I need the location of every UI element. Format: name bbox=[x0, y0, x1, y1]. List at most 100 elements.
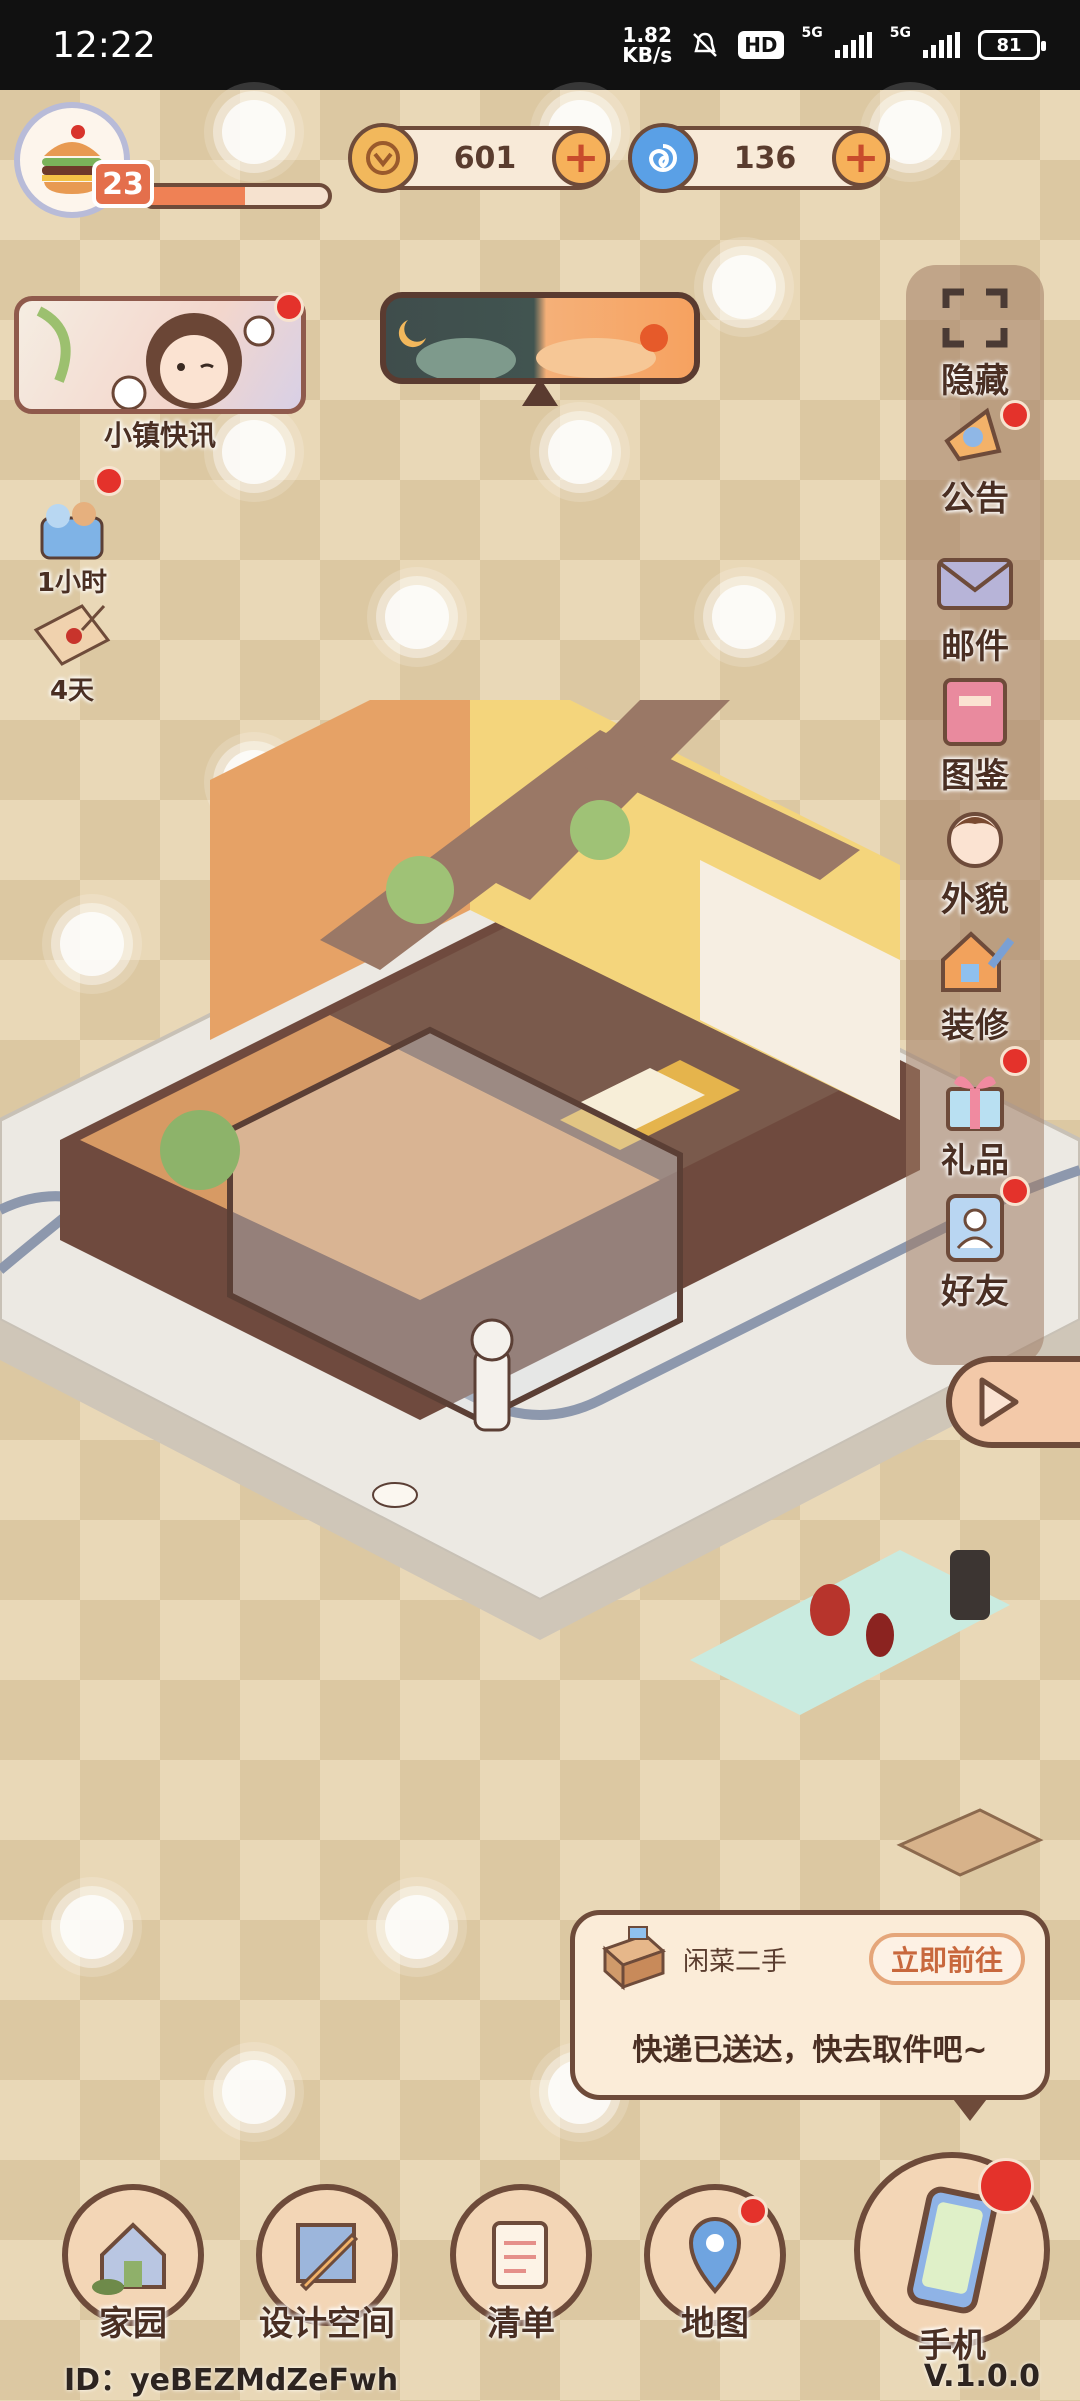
gem-value: 136 bbox=[733, 140, 797, 176]
sidebar-item-label: 公告 bbox=[941, 479, 1009, 519]
day-night-illustration bbox=[398, 320, 668, 378]
nav-design-space[interactable]: 设计空间 bbox=[252, 2184, 402, 2345]
sun-decoration bbox=[385, 585, 449, 649]
xp-progress-fill bbox=[144, 187, 246, 205]
go-now-button[interactable]: 立即前往 bbox=[869, 1933, 1025, 1985]
gift-basket-icon bbox=[40, 502, 104, 560]
network-type-2: 5G bbox=[889, 25, 911, 41]
book-icon bbox=[933, 676, 1017, 748]
level-value: 23 bbox=[102, 166, 144, 202]
sidebar-item-collection[interactable]: 图鉴 bbox=[906, 676, 1044, 796]
sidebar-item-friends[interactable]: 好友 bbox=[906, 1192, 1044, 1312]
expand-frame-icon bbox=[933, 282, 1017, 353]
status-icons: 1.82 KB/s HD 5G 5G 81 bbox=[622, 25, 1046, 65]
vine-leaf bbox=[386, 856, 454, 924]
app-version: V.1.0.0 bbox=[923, 2359, 1040, 2394]
map-notification-dot bbox=[738, 2196, 768, 2226]
xp-progress-bar bbox=[140, 183, 332, 209]
sidebar-item-label: 好友 bbox=[941, 1272, 1009, 1312]
cat bbox=[372, 1482, 418, 1508]
sidebar-item-label: 礼品 bbox=[941, 1141, 1009, 1181]
coin-counter: 601 + bbox=[348, 123, 610, 193]
clock: 12:22 bbox=[52, 24, 156, 66]
player-character bbox=[473, 1348, 511, 1432]
sidebar-item-label: 装修 bbox=[941, 1006, 1009, 1046]
delivery-boxes bbox=[896, 1808, 1044, 1877]
sidebar-item-renovate[interactable]: 装修 bbox=[906, 926, 1044, 1046]
nav-checklist-label: 清单 bbox=[487, 2304, 555, 2344]
signal-icon-1 bbox=[834, 32, 872, 58]
expand-right-button[interactable] bbox=[946, 1356, 1080, 1448]
day-night-indicator bbox=[380, 292, 700, 384]
footer: ID：yeBEZMdZeFwh V.1.0.0 bbox=[0, 2352, 1080, 2401]
coin-icon bbox=[348, 123, 418, 193]
sun-decoration bbox=[712, 255, 776, 319]
sidebar-item-gifts[interactable]: 礼品 bbox=[906, 1062, 1044, 1182]
network-type-1: 5G bbox=[801, 25, 823, 41]
nav-map-label: 地图 bbox=[681, 2304, 749, 2344]
sun-decoration bbox=[222, 2060, 286, 2124]
timed-event-1[interactable]: 1小时 bbox=[20, 496, 124, 599]
sidebar-item-label: 图鉴 bbox=[941, 756, 1009, 796]
player-id: ID：yeBEZMdZeFwh bbox=[64, 2362, 399, 2398]
go-now-label: 立即前往 bbox=[890, 1944, 1003, 1977]
sidebar-item-mail[interactable]: 邮件 bbox=[906, 548, 1044, 668]
notification-tail bbox=[950, 2095, 990, 2121]
news-label: 小镇快讯 bbox=[103, 419, 216, 452]
network-speed-unit: KB/s bbox=[622, 43, 673, 67]
sun-decoration bbox=[222, 100, 286, 164]
house-wrench-icon bbox=[933, 926, 1017, 998]
network-speed-value: 1.82 bbox=[622, 23, 672, 47]
time-pointer-icon bbox=[522, 378, 558, 406]
stacked-pots bbox=[950, 1550, 990, 1620]
character-face-icon bbox=[933, 800, 1017, 872]
hd-badge: HD bbox=[738, 31, 784, 59]
battery-level: 81 bbox=[996, 34, 1022, 56]
vine-leaf bbox=[160, 1110, 240, 1190]
timed-event-2-label: 4天 bbox=[49, 676, 95, 706]
notification-message: 快递已送达，快去取件吧~ bbox=[632, 2033, 988, 2068]
network-speed: 1.82 KB/s bbox=[622, 25, 672, 65]
vine-leaf bbox=[570, 800, 630, 860]
sidebar-item-label: 隐藏 bbox=[941, 361, 1009, 401]
phone-notification-dot bbox=[978, 2158, 1034, 2214]
mail-envelope-icon bbox=[933, 548, 1017, 619]
letter-envelope-icon bbox=[33, 604, 111, 666]
notification-sender: 闲菜二手 bbox=[683, 1947, 788, 1977]
battery-icon: 81 bbox=[978, 30, 1046, 60]
announcement-notification-dot bbox=[1000, 400, 1030, 430]
player-head bbox=[470, 1318, 514, 1362]
sidebar-item-label: 邮件 bbox=[941, 627, 1009, 667]
swirl-gem-icon bbox=[628, 123, 698, 193]
town-news-card[interactable] bbox=[14, 296, 306, 414]
gem-counter: 136 + bbox=[628, 123, 890, 193]
news-girl-illustration bbox=[36, 306, 275, 409]
sun-decoration bbox=[712, 585, 776, 649]
mute-bell-icon bbox=[693, 32, 718, 57]
status-bar: 12:22 1.82 KB/s HD 5G 5G 81 bbox=[0, 0, 1080, 90]
sun-decoration bbox=[548, 420, 612, 484]
friend-card-icon bbox=[933, 1192, 1017, 1264]
sidebar-item-appearance[interactable]: 外貌 bbox=[906, 800, 1044, 920]
signal-icon-2 bbox=[923, 32, 960, 58]
nav-home-label: 家园 bbox=[99, 2304, 167, 2344]
nav-design-space-label: 设计空间 bbox=[259, 2304, 395, 2344]
sidebar-item-label: 外貌 bbox=[941, 880, 1009, 920]
news-notification-dot bbox=[274, 292, 304, 322]
vase bbox=[810, 1584, 850, 1636]
nav-home[interactable]: 家园 bbox=[58, 2184, 208, 2345]
gift-box-icon bbox=[933, 1062, 1017, 1133]
nav-checklist[interactable]: 清单 bbox=[446, 2184, 596, 2345]
timed-event-2[interactable]: 4天 bbox=[20, 600, 124, 707]
coin-value: 601 bbox=[453, 140, 517, 176]
sidebar-item-hide[interactable]: 隐藏 bbox=[906, 282, 1044, 402]
level-badge: 23 bbox=[92, 160, 154, 208]
play-arrow-icon bbox=[979, 1377, 1019, 1427]
event-notification-dot bbox=[94, 466, 124, 496]
timed-event-1-label: 1小时 bbox=[36, 568, 108, 598]
delivery-notification[interactable]: 闲菜二手 立即前往 快递已送达，快去取件吧~ bbox=[570, 1910, 1050, 2100]
add-coin-button[interactable]: + bbox=[552, 129, 610, 187]
delivery-box-icon bbox=[602, 1926, 666, 1991]
vase bbox=[866, 1613, 894, 1657]
add-gem-button[interactable]: + bbox=[832, 129, 890, 187]
